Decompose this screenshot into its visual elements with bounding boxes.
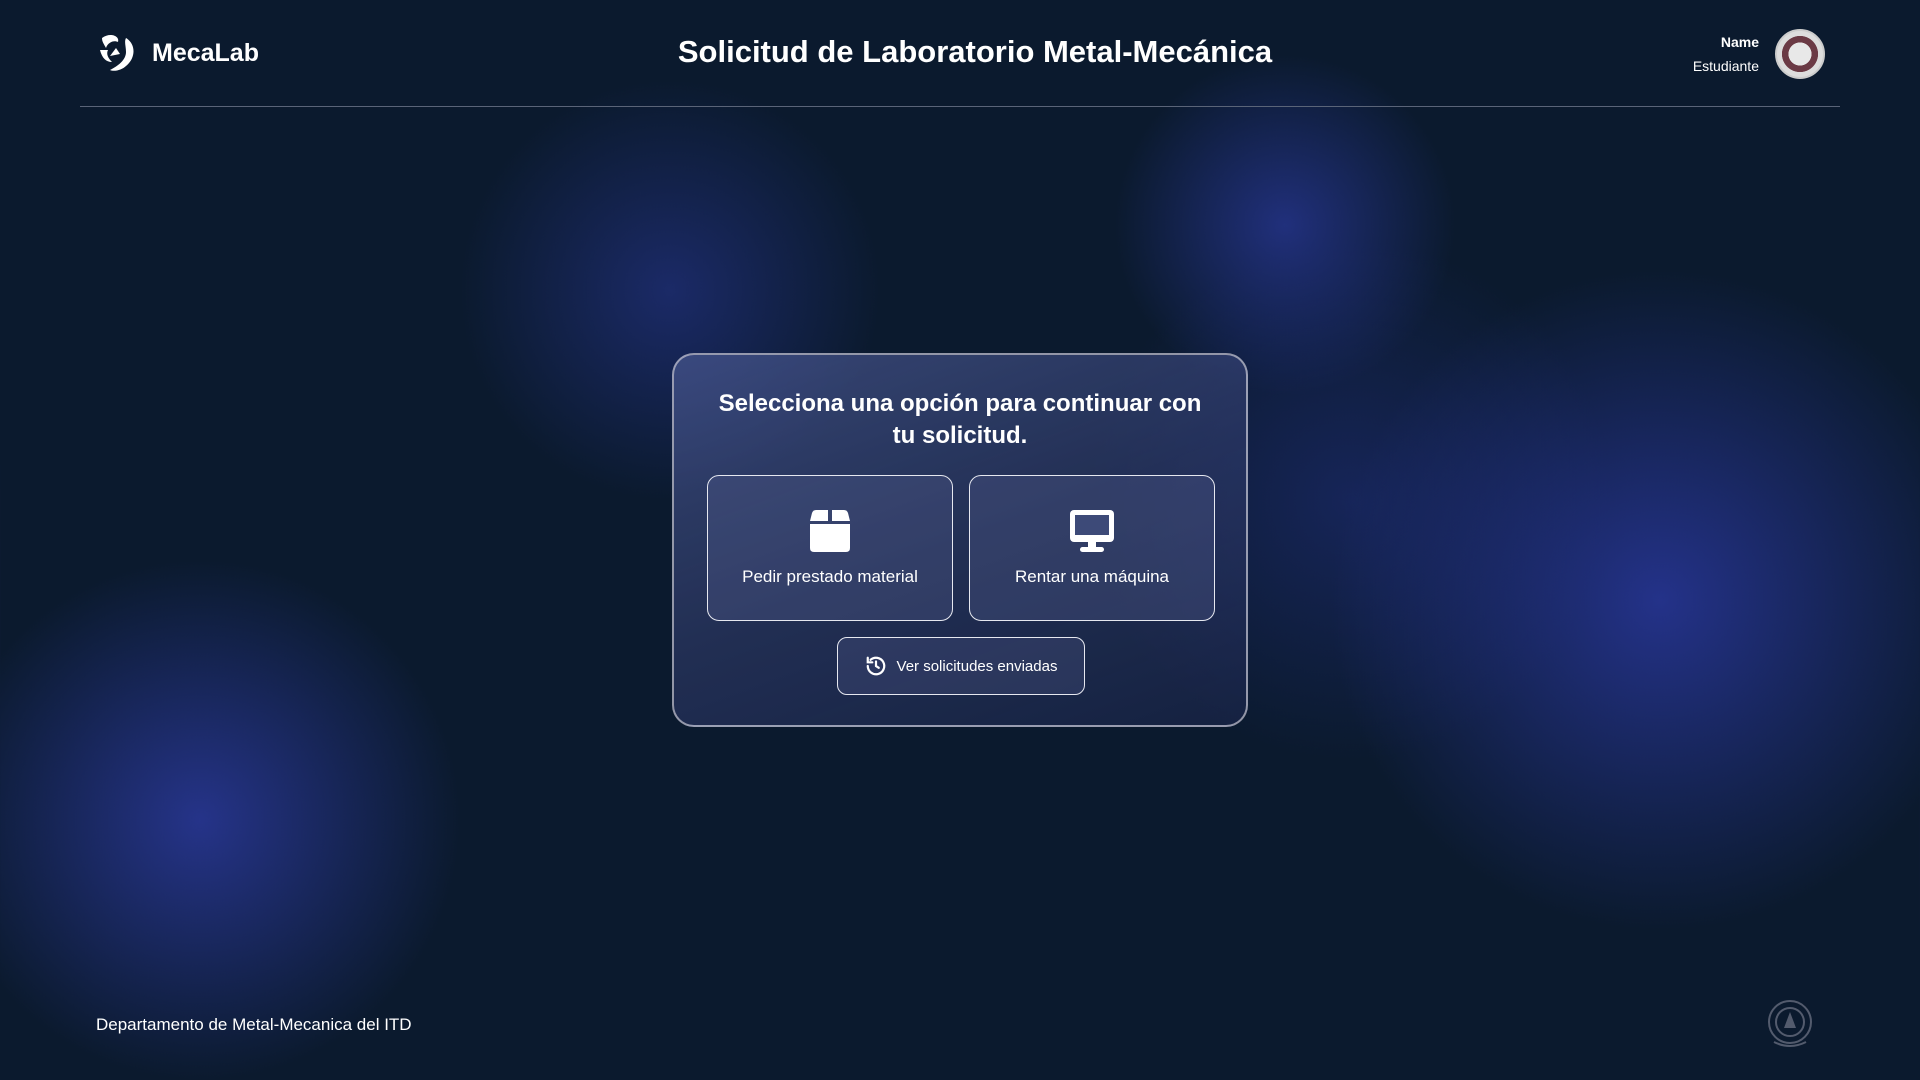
header: MecaLab Solicitud de Laboratorio Metal-M… [0,0,1920,107]
options-card: Selecciona una opción para continuar con… [672,353,1248,727]
avatar[interactable] [1775,29,1825,79]
user-name: Name [1720,34,1759,50]
view-sent-requests-button[interactable]: Ver solicitudes enviadas [837,637,1085,695]
page-title: Solicitud de Laboratorio Metal-Mecánica [677,34,1273,69]
rent-machine-button[interactable]: Rentar una máquina [969,475,1215,621]
institution-seal-icon [1768,1000,1812,1047]
monitor-icon [1070,510,1114,552]
user-profile[interactable]: Name Estudiante [1693,29,1825,79]
header-divider [80,106,1840,107]
borrow-material-button[interactable]: Pedir prestado material [707,475,953,621]
rent-machine-label: Rentar una máquina [1014,567,1170,586]
user-role: Estudiante [1692,58,1759,74]
box-icon [810,510,850,552]
history-icon [866,656,885,676]
borrow-material-label: Pedir prestado material [742,567,918,586]
card-title: Selecciona una opción para continuar con… [718,390,1202,449]
footer-text: Departamento de Metal-Mecanica del ITD [96,1015,412,1034]
view-sent-requests-label: Ver solicitudes enviadas [896,657,1058,675]
